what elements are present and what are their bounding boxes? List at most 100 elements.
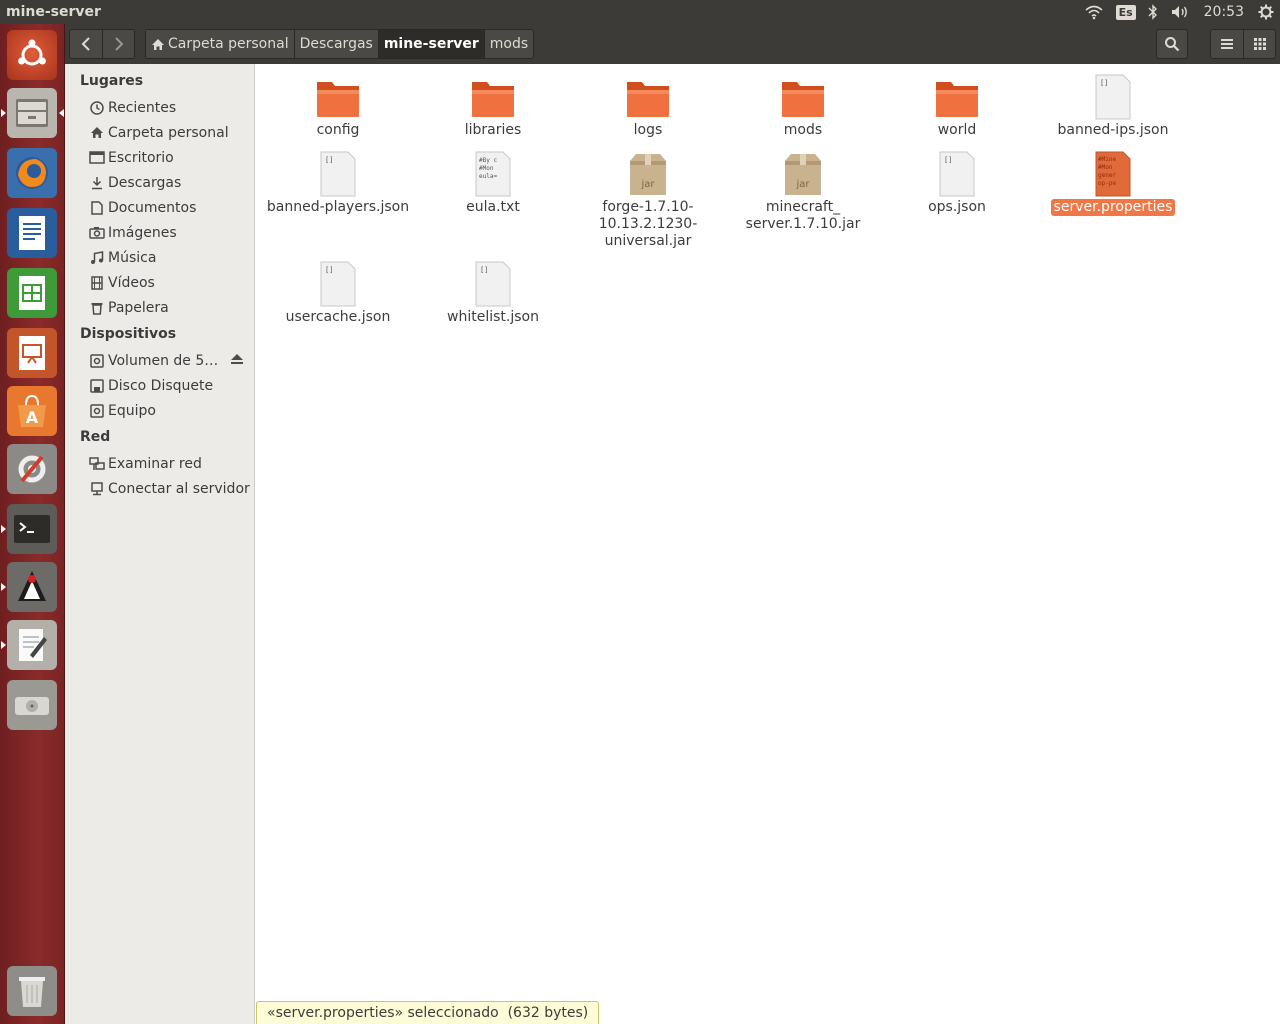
- json-file-icon: []: [939, 151, 975, 197]
- file-label: logs: [633, 122, 663, 138]
- session-gear-icon[interactable]: [1258, 0, 1274, 24]
- terminal-launcher-icon[interactable]: [1, 504, 57, 554]
- floppy-icon: [89, 378, 105, 394]
- sidebar-item-videos[interactable]: Vídeos: [65, 270, 254, 295]
- ubuntu-dash-button[interactable]: [7, 30, 57, 80]
- file-item-minecraft-server-jar[interactable]: jar minecraft_ server.1.7.10.jar: [728, 151, 878, 233]
- launcher: A: [0, 24, 65, 1024]
- sidebar-item-disco-disquete[interactable]: Disco Disquete: [65, 373, 254, 398]
- file-label: server.properties: [1050, 199, 1176, 216]
- volume-icon[interactable]: [1170, 0, 1190, 24]
- file-label: whitelist.json: [447, 309, 539, 325]
- network-icon: [89, 456, 105, 472]
- sidebar-item-musica[interactable]: Música: [65, 245, 254, 270]
- crumb-home-label: Carpeta personal: [168, 36, 289, 52]
- top-panel: mine-server Es 20:53: [0, 0, 1280, 24]
- file-item-banned-ips[interactable]: [] banned-ips.json: [1038, 74, 1188, 139]
- search-button[interactable]: [1156, 29, 1188, 59]
- crumb-descargas[interactable]: Descargas: [293, 30, 378, 58]
- sidebar-item-label: Examinar red: [108, 455, 202, 472]
- sidebar-item-conectar-servidor[interactable]: Conectar al servidor: [65, 476, 254, 501]
- sidebar-item-volumen[interactable]: Volumen de 5…: [65, 348, 254, 373]
- crumb-home[interactable]: Carpeta personal: [146, 30, 294, 58]
- jar-archive-icon: jar: [630, 154, 666, 195]
- forward-button[interactable]: [102, 30, 134, 58]
- svg-text:#Mine: #Mine: [1098, 156, 1116, 163]
- sidebar-item-examinar-red[interactable]: Examinar red: [65, 451, 254, 476]
- sidebar-item-imagenes[interactable]: Imágenes: [65, 220, 254, 245]
- eject-icon[interactable]: [230, 353, 244, 369]
- sidebar-item-escritorio[interactable]: Escritorio: [65, 145, 254, 170]
- svg-text:[]: []: [1100, 79, 1108, 87]
- file-item-eula[interactable]: #By c #Mon eula= eula.txt: [418, 151, 568, 216]
- trash-icon: [89, 300, 105, 316]
- system-settings-launcher-icon[interactable]: [7, 444, 57, 494]
- file-item-mods[interactable]: mods: [728, 76, 878, 139]
- folder-icon: [627, 82, 669, 117]
- grid-view-icon: [1253, 38, 1266, 50]
- sidebar-item-label: Carpeta personal: [108, 124, 229, 141]
- sidebar-item-equipo[interactable]: Equipo: [65, 398, 254, 423]
- bluetooth-icon[interactable]: [1148, 0, 1158, 24]
- file-item-whitelist[interactable]: [] whitelist.json: [418, 261, 568, 326]
- file-item-world[interactable]: world: [882, 76, 1032, 139]
- file-item-forge-jar[interactable]: jar forge-1.7.10- 10.13.2.1230- universa…: [573, 151, 723, 250]
- sidebar-item-carpeta-personal[interactable]: Carpeta personal: [65, 120, 254, 145]
- file-label: banned-ips.json: [1057, 122, 1169, 138]
- svg-text:gener: gener: [1098, 172, 1116, 179]
- chevron-left-icon: [81, 37, 90, 51]
- crumb-mine-server[interactable]: mine-server: [377, 30, 484, 58]
- svg-text:jar: jar: [640, 179, 655, 190]
- json-file-icon: []: [320, 151, 356, 197]
- file-item-usercache[interactable]: [] usercache.json: [263, 261, 413, 326]
- file-item-server-properties[interactable]: #Mine #Mon gener op-pe server.properties: [1038, 151, 1188, 216]
- file-item-config[interactable]: config: [263, 76, 413, 139]
- breadcrumb: Carpeta personal Descargas mine-server m…: [145, 29, 535, 59]
- file-label: world: [937, 122, 977, 138]
- sidebar-item-label: Descargas: [108, 174, 182, 191]
- sidebar-item-descargas[interactable]: Descargas: [65, 170, 254, 195]
- json-file-icon: []: [320, 261, 356, 307]
- file-item-banned-players[interactable]: [] banned-players.json: [263, 151, 413, 216]
- file-label: minecraft_ server.1.7.10.jar: [745, 199, 861, 232]
- files-launcher-icon[interactable]: [1, 88, 64, 138]
- trash-launcher-icon[interactable]: [7, 966, 57, 1016]
- calc-launcher-icon[interactable]: [7, 268, 57, 318]
- file-label: banned-players.json: [266, 199, 410, 215]
- file-label: mods: [783, 122, 823, 138]
- svg-text:eula=: eula=: [479, 173, 497, 180]
- firefox-launcher-icon[interactable]: [7, 148, 57, 198]
- wifi-icon[interactable]: [1084, 0, 1104, 24]
- software-center-launcher-icon[interactable]: A: [7, 386, 57, 436]
- back-button[interactable]: [70, 30, 102, 58]
- keyboard-layout-indicator[interactable]: Es: [1115, 0, 1136, 24]
- sidebar-item-label: Documentos: [108, 199, 197, 216]
- file-item-libraries[interactable]: libraries: [418, 76, 568, 139]
- sidebar-item-papelera[interactable]: Papelera: [65, 295, 254, 320]
- grid-view-button[interactable]: [1243, 30, 1275, 58]
- desktop-folder-icon: [89, 150, 105, 166]
- writer-launcher-icon[interactable]: [7, 208, 57, 258]
- jar-archive-icon: jar: [785, 154, 821, 195]
- sidebar-item-recientes[interactable]: Recientes: [65, 95, 254, 120]
- chevron-right-icon: [114, 37, 123, 51]
- sidebar-item-label: Volumen de 5…: [108, 352, 219, 369]
- svg-text:[]: []: [325, 266, 333, 274]
- sidebar-item-label: Música: [108, 249, 157, 266]
- menu-button[interactable]: [1211, 30, 1243, 58]
- server-icon: [89, 481, 105, 497]
- file-item-ops[interactable]: [] ops.json: [882, 151, 1032, 216]
- text-editor-launcher-icon[interactable]: [1, 620, 57, 670]
- sidebar-item-documentos[interactable]: Documentos: [65, 195, 254, 220]
- file-label: libraries: [464, 122, 522, 138]
- java-launcher-icon[interactable]: [1, 562, 57, 612]
- sidebar-item-label: Recientes: [108, 99, 177, 116]
- clock[interactable]: 20:53: [1204, 0, 1244, 24]
- impress-launcher-icon[interactable]: [7, 328, 57, 378]
- disk-launcher-icon[interactable]: [7, 680, 57, 730]
- file-item-logs[interactable]: logs: [573, 76, 723, 139]
- film-icon: [89, 275, 105, 291]
- sidebar-item-label: Vídeos: [108, 274, 155, 291]
- keyboard-layout-label: Es: [1115, 4, 1136, 20]
- crumb-mods[interactable]: mods: [483, 30, 533, 58]
